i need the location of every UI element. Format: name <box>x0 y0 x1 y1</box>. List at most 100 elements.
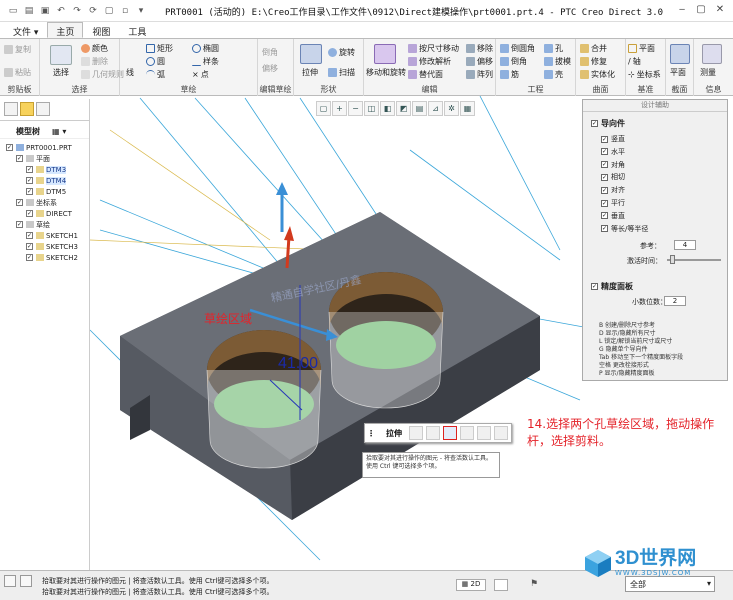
tab-folder-browser[interactable] <box>20 102 34 116</box>
refit-icon[interactable]: ▢ <box>316 101 331 116</box>
rect-button[interactable]: 矩形 <box>146 43 173 54</box>
sketch-chamfer-button[interactable]: 倒角 <box>262 47 278 58</box>
guide-option[interactable]: ✓ 等长/等半径 <box>601 224 648 234</box>
flag-icon[interactable]: ⚑ <box>530 579 540 591</box>
guides-section[interactable]: ✓ 导向件 <box>591 118 625 129</box>
guide-option-checkbox[interactable]: ✓ <box>601 212 608 220</box>
tree-item-checkbox[interactable]: ✓ <box>26 254 33 261</box>
add-material-icon[interactable] <box>409 426 423 440</box>
view-manager-icon[interactable]: ▤ <box>412 101 427 116</box>
windows-icon[interactable]: ▢ <box>102 4 116 18</box>
guide-option[interactable]: ✓ 竖直 <box>601 134 625 144</box>
hole-right[interactable] <box>328 272 444 409</box>
snap-time-slider[interactable] <box>667 259 721 261</box>
geometry-rule-button[interactable]: 几何规则 <box>81 69 124 80</box>
tab-home[interactable]: 主页 <box>47 22 84 38</box>
measure-button[interactable]: 测量 <box>700 67 716 78</box>
zoom-in-icon[interactable]: + <box>332 101 347 116</box>
shell-button[interactable]: 壳 <box>544 69 563 80</box>
guide-option-checkbox[interactable]: ✓ <box>601 186 608 194</box>
save-icon[interactable]: ▣ <box>38 4 52 18</box>
display-style-icon[interactable]: ◧ <box>380 101 395 116</box>
tree-item-checkbox[interactable]: ✓ <box>16 199 23 206</box>
reference-spinner[interactable]: 4 <box>674 240 696 250</box>
tree-item-checkbox[interactable]: ✓ <box>26 232 33 239</box>
tree-item[interactable]: ✓ DTM5 <box>0 186 89 197</box>
guide-option-checkbox[interactable]: ✓ <box>601 148 608 156</box>
arc-button[interactable]: 弧 <box>146 69 165 80</box>
tree-item[interactable]: ✓ PRT0001.PRT <box>0 142 89 153</box>
tab-model-tree[interactable] <box>4 102 18 116</box>
hole-left[interactable] <box>206 330 322 469</box>
remove-button[interactable]: 移除 <box>466 43 493 54</box>
tab-favorites[interactable] <box>36 102 50 116</box>
color-button[interactable]: 颜色 <box>81 43 108 54</box>
line-button[interactable]: 线 <box>126 67 134 78</box>
remove-material-icon[interactable] <box>443 426 457 440</box>
tree-item[interactable]: ✓ DTM4 <box>0 175 89 186</box>
tree-item[interactable]: ✓ 坐标系 <box>0 197 89 208</box>
precision-checkbox[interactable]: ✓ <box>591 283 598 290</box>
tree-item-checkbox[interactable]: ✓ <box>26 188 33 195</box>
saved-views-icon[interactable]: ◩ <box>396 101 411 116</box>
move-by-dim-button[interactable]: 按尺寸移动 <box>408 43 459 54</box>
show-browser-icon[interactable] <box>20 575 32 587</box>
guide-option[interactable]: ✓ 对齐 <box>601 185 625 195</box>
tree-item-checkbox[interactable]: ✓ <box>26 166 33 173</box>
tree-item[interactable]: ✓ SKETCH1 <box>0 230 89 241</box>
tree-item-checkbox[interactable]: ✓ <box>26 177 33 184</box>
regenerate-icon[interactable]: ⟳ <box>86 4 100 18</box>
modify-analysis-button[interactable]: 修改解析 <box>408 56 451 67</box>
surface-icon[interactable] <box>426 426 440 440</box>
paste-button[interactable]: 粘贴 <box>4 67 31 78</box>
guide-option[interactable]: ✓ 相切 <box>601 172 625 182</box>
guide-option-checkbox[interactable]: ✓ <box>601 135 608 143</box>
hole-button[interactable]: 孔 <box>544 43 563 54</box>
customize-qat-icon[interactable]: ▾ <box>134 4 148 18</box>
ellipse-button[interactable]: 椭圆 <box>192 43 219 54</box>
guide-option[interactable]: ✓ 平行 <box>601 198 625 208</box>
merge-button[interactable]: 合并 <box>580 43 607 54</box>
dimension-value[interactable]: 41.00 <box>278 355 318 372</box>
close-window-icon[interactable]: ▫ <box>118 4 132 18</box>
extrude-mini-label[interactable]: 拉伸 <box>386 428 402 439</box>
open-file-icon[interactable]: ▤ <box>22 4 36 18</box>
close-button[interactable]: ✕ <box>711 3 729 18</box>
tree-item-checkbox[interactable]: ✓ <box>16 221 23 228</box>
flip-icon[interactable] <box>477 426 491 440</box>
tree-item[interactable]: ✓ DTM3 <box>0 164 89 175</box>
options-icon[interactable] <box>460 426 474 440</box>
tree-item-checkbox[interactable]: ✓ <box>16 155 23 162</box>
tree-item[interactable]: ✓ SKETCH2 <box>0 252 89 263</box>
maximize-button[interactable]: ▢ <box>692 3 710 18</box>
zoom-out-icon[interactable]: − <box>348 101 363 116</box>
select-icon[interactable] <box>50 45 72 65</box>
datum-display-icon[interactable]: ⊿ <box>428 101 443 116</box>
revolve-button[interactable]: 旋转 <box>328 47 355 58</box>
decimals-spinner[interactable]: 2 <box>664 296 686 306</box>
move-rotate-icon[interactable] <box>374 44 396 64</box>
repaint-icon[interactable]: ◫ <box>364 101 379 116</box>
point-button[interactable]: × 点 <box>192 69 209 80</box>
guide-option[interactable]: ✓ 对角 <box>601 160 625 170</box>
guide-option-checkbox[interactable]: ✓ <box>601 199 608 207</box>
tab-file[interactable]: 文件 ▾ <box>4 22 47 38</box>
rib-button[interactable]: 筋 <box>500 69 519 80</box>
tree-settings-icon[interactable]: ▦ ▾ <box>52 127 66 136</box>
layout-icon[interactable] <box>494 579 508 591</box>
tree-item[interactable]: ✓ 平面 <box>0 153 89 164</box>
undo-icon[interactable]: ↶ <box>54 4 68 18</box>
guide-option-checkbox[interactable]: ✓ <box>601 225 608 233</box>
new-file-icon[interactable]: ▭ <box>6 4 20 18</box>
guide-option[interactable]: ✓ 水平 <box>601 147 625 157</box>
display-mode-button[interactable]: ▦ 2D <box>456 579 486 591</box>
delete-button[interactable]: 删除 <box>81 56 108 67</box>
section-plane-button[interactable]: 平面 <box>670 67 686 78</box>
guide-option-checkbox[interactable]: ✓ <box>601 161 608 169</box>
circle-button[interactable]: 圆 <box>146 56 165 67</box>
tab-view[interactable]: 视图 <box>83 22 119 38</box>
sweep-button[interactable]: 扫描 <box>328 67 355 78</box>
array-button[interactable]: 阵列 <box>466 69 493 80</box>
tree-item[interactable]: ✓ DIRECT <box>0 208 89 219</box>
sketch-offset-button[interactable]: 偏移 <box>262 63 278 74</box>
